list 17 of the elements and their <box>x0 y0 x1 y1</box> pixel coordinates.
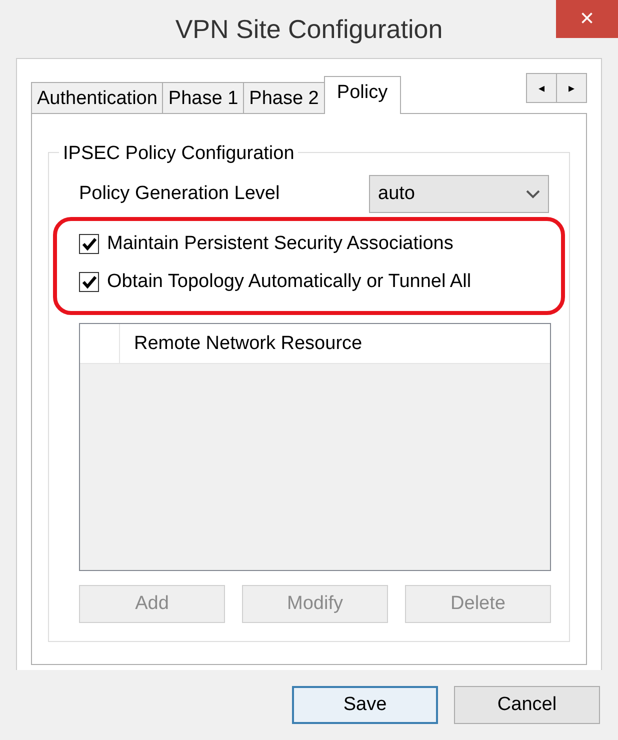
field-label: Policy Generation Level <box>79 182 280 206</box>
dialog-button[interactable]: Cancel <box>454 686 600 724</box>
level-dropdown[interactable]: auto <box>369 175 549 213</box>
checkbox[interactable] <box>79 234 99 254</box>
checkbox-label: Maintain Persistent Security Associations <box>107 232 454 256</box>
dialog-button[interactable]: Save <box>292 686 438 724</box>
tab[interactable]: Authentication <box>31 82 164 113</box>
scroll-left-button[interactable]: ◂ <box>526 73 557 103</box>
caret-icon <box>526 189 540 199</box>
checkbox-label: Obtain Topology Automatically or Tunnel All <box>107 270 472 294</box>
tab[interactable]: Policy <box>324 76 401 114</box>
window-title: VPN Site Configuration <box>175 12 443 46</box>
tab[interactable]: Phase 2 <box>243 82 325 113</box>
scroll-right-button[interactable]: ▸ <box>556 73 587 103</box>
close-button[interactable]: × <box>556 0 618 38</box>
checkbox[interactable] <box>79 272 99 292</box>
tab[interactable]: Phase 1 <box>162 82 244 113</box>
